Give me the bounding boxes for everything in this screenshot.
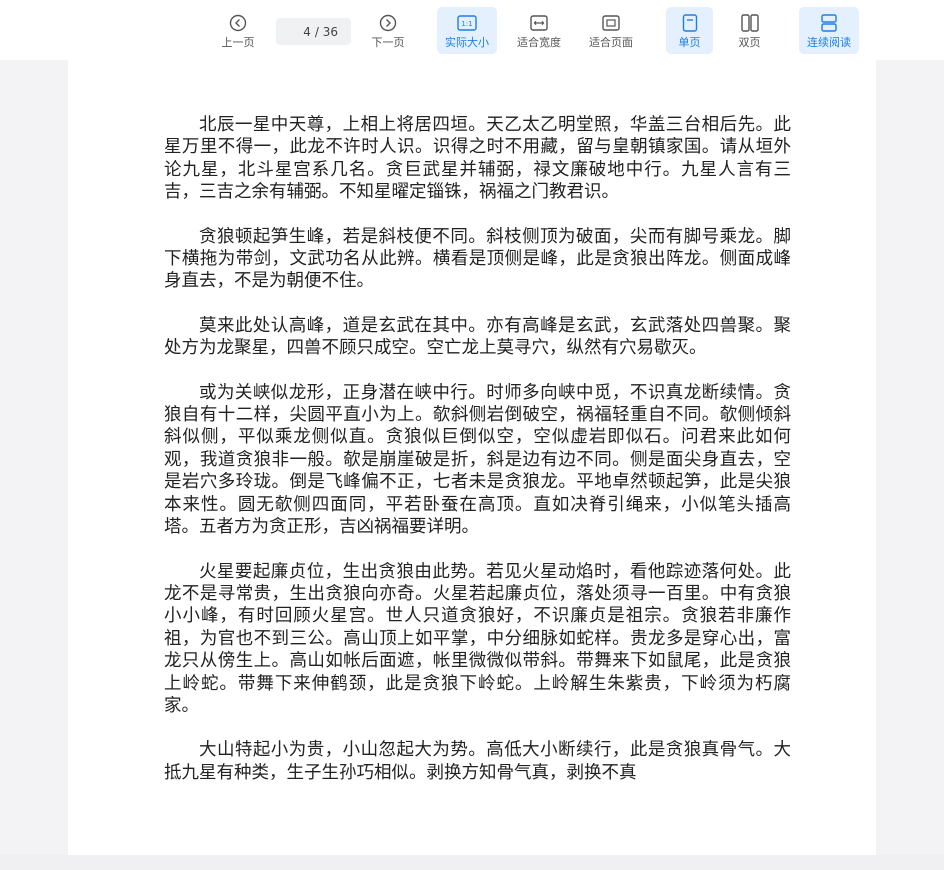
paragraph: 大山特起小为贵，小山忽起大为势。高低大小断续行，此是贪狼真骨气。大抵九星有种类，… [164,740,791,783]
paragraph: 莫来此处认高峰，道是玄武在其中。亦有高峰是玄武，玄武落处四兽聚。聚处方为龙聚星，… [164,315,791,359]
total-pages: / 36 [314,24,339,39]
page-indicator: / 36 [276,18,351,45]
fit-width-label: 适合宽度 [517,36,561,49]
next-page-label: 下一页 [371,36,405,49]
continuous-reading-icon [820,12,838,34]
prev-page-button[interactable]: 上一页 [217,7,259,54]
paragraph: 或为关峡似龙形，正身潜在峡中行。时师多向峡中觅，不识真龙断续情。贪狼自有十二样，… [164,382,791,538]
actual-size-button[interactable]: 1:1 实际大小 [437,7,497,54]
paragraph: 火星要起廉贞位，生出贪狼由此势。若见火星动焰时，看他踪迹落何处。此龙不是寻常贵，… [164,561,791,716]
fit-page-label: 适合页面 [589,36,633,49]
horizontal-scrollbar[interactable] [0,855,944,870]
actual-size-label: 实际大小 [445,36,489,49]
paragraph: 北辰一星中天尊，上相上将居四垣。天乙太乙明堂照，华盖三台相后先。此星万里不得一，… [164,115,791,203]
paragraph: 贪狼顿起笋生峰，若是斜枝便不同。斜枝侧顶为破面，尖而有脚号乘龙。脚下横拖为带剑，… [164,226,791,292]
fit-width-button[interactable]: 适合宽度 [509,7,569,54]
next-page-button[interactable]: 下一页 [367,7,409,54]
continuous-reading-label: 连续阅读 [807,36,851,49]
double-page-button[interactable]: 双页 [726,7,773,54]
double-page-label: 双页 [738,36,761,49]
document-page: 北辰一星中天尊，上相上将居四垣。天乙太乙明堂照，华盖三台相后先。此星万里不得一，… [68,60,876,855]
single-page-button[interactable]: 单页 [666,7,713,54]
chevron-left-circle-icon [229,12,247,34]
actual-size-icon: 1:1 [457,12,477,34]
fit-width-icon [530,12,548,34]
continuous-reading-button[interactable]: 连续阅读 [799,7,859,54]
page-number-input[interactable] [288,24,311,39]
double-page-icon [740,12,759,34]
document-text: 北辰一星中天尊，上相上将居四垣。天乙太乙明堂照，华盖三台相后先。此星万里不得一，… [164,114,791,806]
svg-text:1:1: 1:1 [461,20,472,28]
chevron-right-circle-icon [379,12,397,34]
prev-page-label: 上一页 [221,36,255,49]
reader-toolbar: 上一页 / 36 下一页 1:1 实际大小 适合宽度 适合页面 单页 [0,0,944,60]
single-page-label: 单页 [678,36,701,49]
single-page-icon [682,12,698,34]
fit-page-icon [602,12,620,34]
fit-page-button[interactable]: 适合页面 [581,7,641,54]
